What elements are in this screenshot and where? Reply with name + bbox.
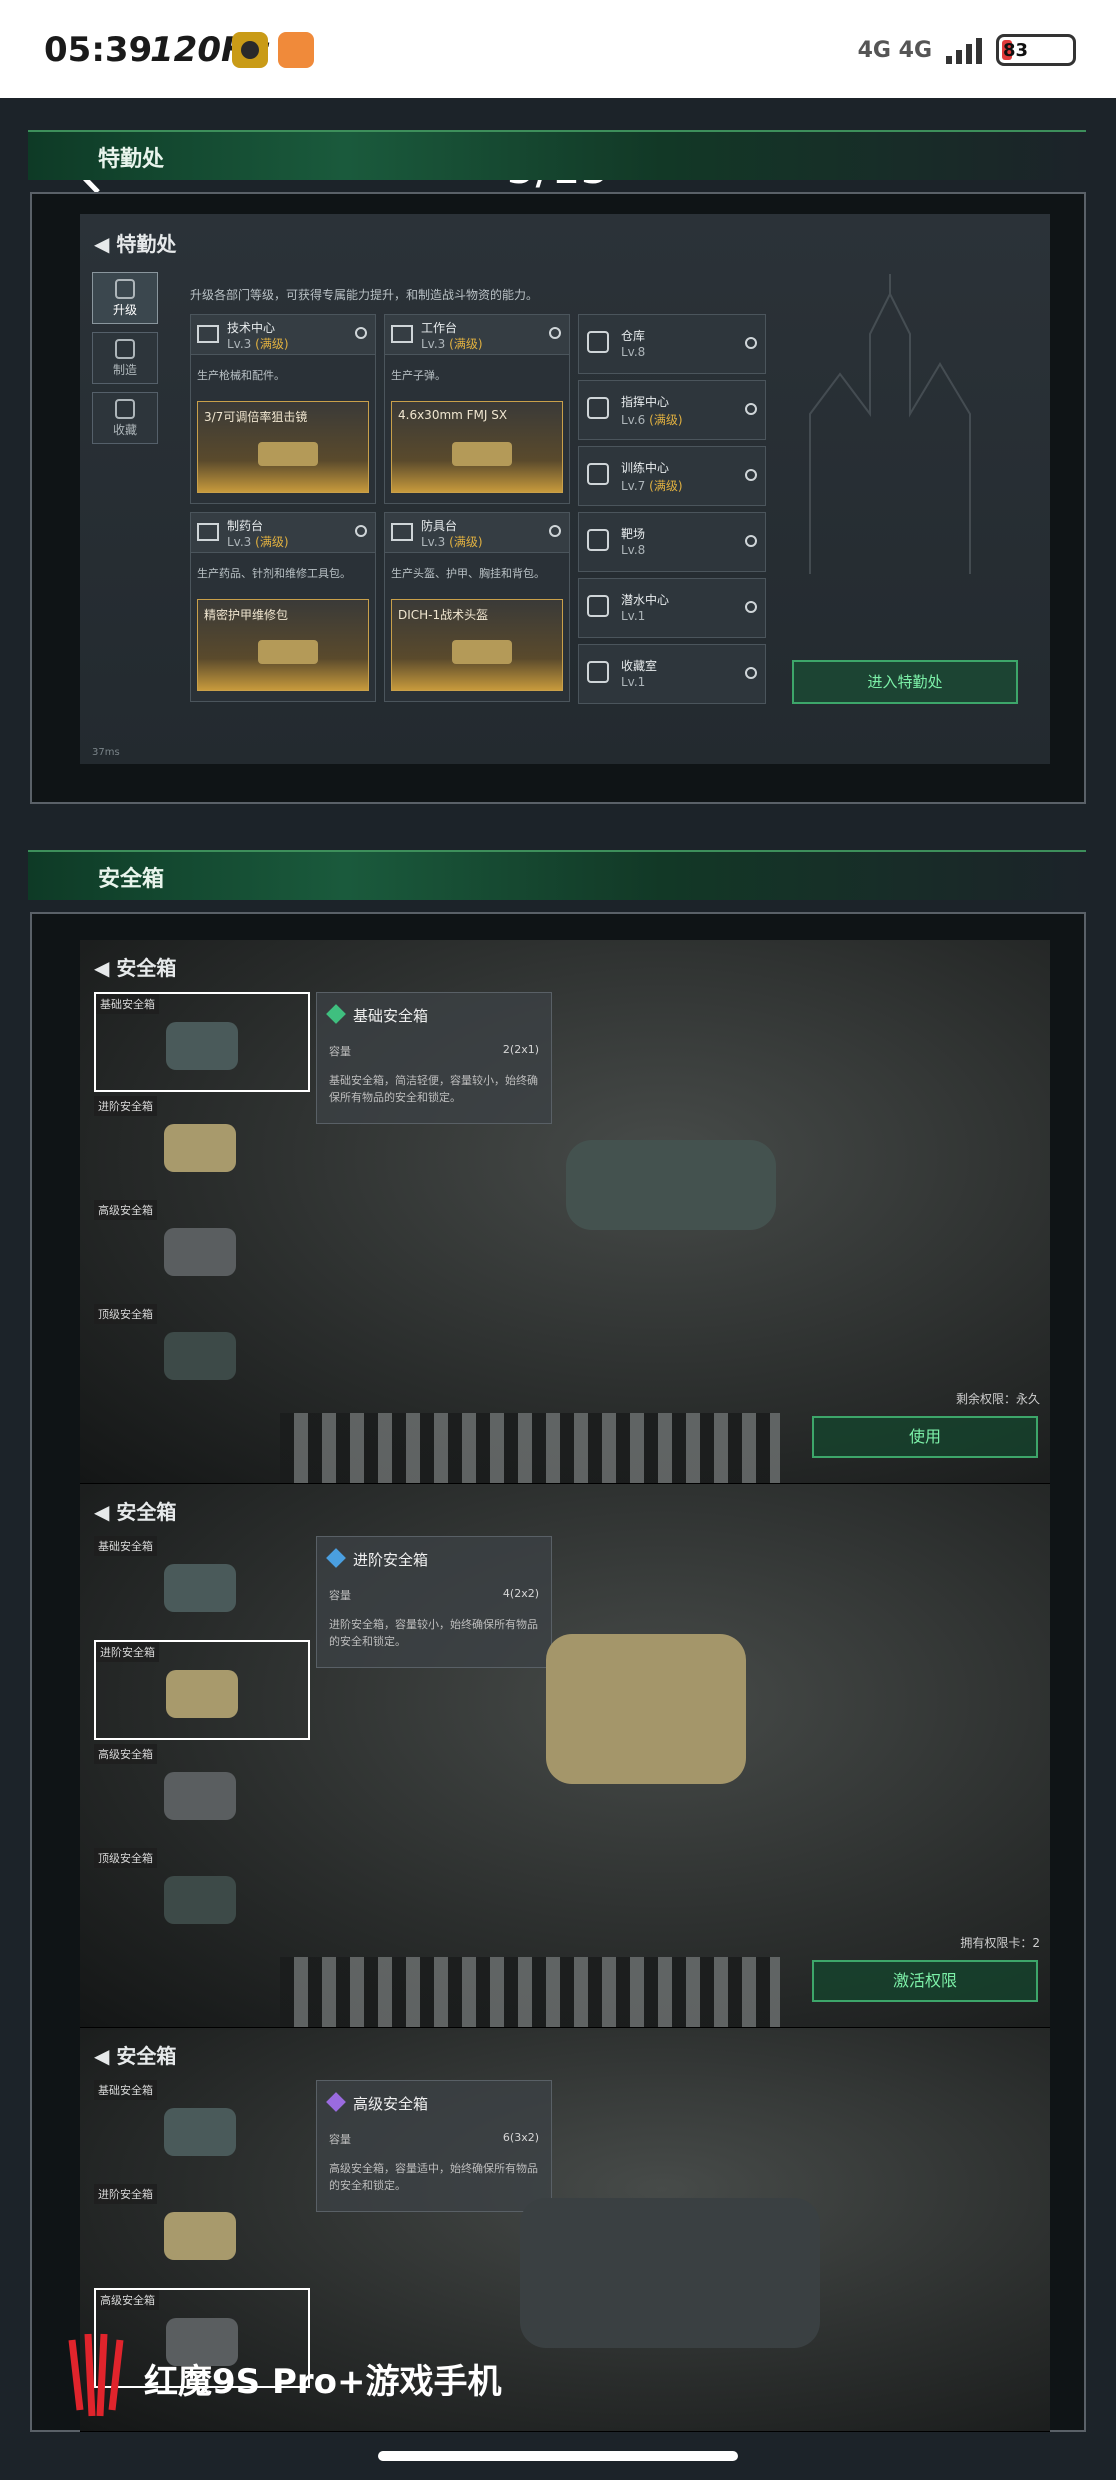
pharmacy-icon <box>197 523 219 541</box>
hammer-icon <box>391 325 413 343</box>
diamond-icon <box>326 2092 346 2112</box>
tab-craft[interactable]: 制造 <box>92 332 158 384</box>
product-slot[interactable]: DICH-1战术头盔 <box>391 599 563 691</box>
section-header-special-ops: 特勤处 <box>28 130 1086 180</box>
card-workbench[interactable]: 工作台 Lv.3 (满级) 生产子弹。 4.6x30mm FMJ SX <box>384 314 570 504</box>
facility-training-center[interactable]: 训练中心 Lv.7 (满级) <box>578 446 766 506</box>
diving-icon <box>587 595 609 617</box>
slot-advanced[interactable]: 进阶安全箱 <box>94 1640 310 1740</box>
safebox-model <box>520 2198 820 2348</box>
safebox-info-card: 进阶安全箱 容量 4(2x2) 进阶安全箱，容量较小，始终确保所有物品的安全和锁… <box>316 1536 552 1668</box>
home-indicator[interactable] <box>378 2451 738 2461</box>
network-label: 4G 4G <box>857 37 932 63</box>
safebox-model <box>546 1634 746 1784</box>
panel-title: ◀ 安全箱 <box>94 956 177 980</box>
ping-indicator: 37ms <box>92 747 120 758</box>
game-notification-icon <box>278 32 314 68</box>
warehouse-icon <box>587 331 609 353</box>
red-magic-logo-icon <box>68 2333 124 2417</box>
slot-basic[interactable]: 基础安全箱 <box>94 2080 310 2180</box>
facility-command-center[interactable]: 指挥中心 Lv.6 (满级) <box>578 380 766 440</box>
card-tech-center[interactable]: 技术中心 Lv.3 (满级) 生产枪械和配件。 3/7可调倍率狙击镜 <box>190 314 376 504</box>
signal-icon <box>946 36 982 64</box>
permission-label: 剩余权限：永久 <box>955 1392 1040 1406</box>
slot-top[interactable]: 顶级安全箱 <box>94 1304 310 1404</box>
search-icon[interactable] <box>745 337 757 349</box>
safebox-info-card: 基础安全箱 容量 2(2x1) 基础安全箱，简洁轻便，容量较小，始终确保所有物品… <box>316 992 552 1124</box>
slot-advanced[interactable]: 进阶安全箱 <box>94 1096 310 1196</box>
status-right: 4G 4G 83 <box>858 34 1076 66</box>
diamond-icon <box>326 1548 346 1568</box>
tab-upgrade[interactable]: 升级 <box>92 272 158 324</box>
product-slot[interactable]: 3/7可调倍率狙击镜 <box>197 401 369 493</box>
activate-permission-button[interactable]: 激活权限 <box>812 1960 1038 2002</box>
section-header-safebox: 安全箱 <box>28 850 1086 900</box>
gear-icon <box>115 339 135 359</box>
slot-basic[interactable]: 基础安全箱 <box>94 992 310 1092</box>
safebox-panel-basic: ◀ 安全箱 基础安全箱 进阶安全箱 高级安全箱 顶级安全箱 基础安全箱 容量 2… <box>80 940 1050 1484</box>
search-icon[interactable] <box>355 525 367 537</box>
watermark-text: 红魔9S Pro+游戏手机 <box>144 2362 502 2402</box>
search-icon[interactable] <box>549 525 561 537</box>
search-icon[interactable] <box>745 403 757 415</box>
upgrade-icon <box>115 279 135 299</box>
armor-icon <box>391 523 413 541</box>
search-icon[interactable] <box>745 535 757 547</box>
app-notification-icon <box>232 32 268 68</box>
battery-level: 83 <box>1003 40 1029 61</box>
target-icon <box>587 529 609 551</box>
floor-grate <box>280 1413 780 1483</box>
slot-high[interactable]: 高级安全箱 <box>94 1200 310 1300</box>
facility-diving-center[interactable]: 潜水中心 Lv.1 <box>578 578 766 638</box>
monitor-icon <box>197 325 219 343</box>
search-icon[interactable] <box>355 327 367 339</box>
section-title: 安全箱 <box>98 867 165 892</box>
search-icon[interactable] <box>549 327 561 339</box>
collection-room-icon <box>587 661 609 683</box>
screen-description: 升级各部门等级，可获得专属能力提升，和制造战斗物资的能力。 <box>190 288 539 302</box>
permission-label: 拥有权限卡：2 <box>960 1936 1040 1950</box>
card-pharmacy[interactable]: 制药台 Lv.3 (满级) 生产药品、针剂和维修工具包。 精密护甲维修包 <box>190 512 376 702</box>
search-icon[interactable] <box>745 469 757 481</box>
enter-special-ops-button[interactable]: 进入特勤处 <box>792 660 1018 704</box>
tab-collection[interactable]: 收藏 <box>92 392 158 444</box>
use-button[interactable]: 使用 <box>812 1416 1038 1458</box>
slot-top[interactable]: 顶级安全箱 <box>94 1848 310 1948</box>
slot-basic[interactable]: 基础安全箱 <box>94 1536 310 1636</box>
dumbbell-icon <box>587 463 609 485</box>
facility-shooting-range[interactable]: 靶场 Lv.8 <box>578 512 766 572</box>
panel-title: ◀ 安全箱 <box>94 2044 177 2068</box>
status-time: 05:39 <box>44 30 153 70</box>
collection-icon <box>115 399 135 419</box>
castle-background-icon <box>809 274 971 574</box>
safebox-model <box>566 1140 776 1230</box>
slot-advanced[interactable]: 进阶安全箱 <box>94 2184 310 2284</box>
battery-icon: 83 <box>996 34 1076 66</box>
facility-collection-room[interactable]: 收藏室 Lv.1 <box>578 644 766 704</box>
screen-title: ◀ 特勤处 <box>94 232 177 256</box>
safebox-panel-advanced: ◀ 安全箱 基础安全箱 进阶安全箱 高级安全箱 顶级安全箱 进阶安全箱 容量 4… <box>80 1484 1050 2028</box>
panel-title: ◀ 安全箱 <box>94 1500 177 1524</box>
diamond-icon <box>326 1004 346 1024</box>
section-title: 特勤处 <box>98 147 165 172</box>
safebox-info-card: 高级安全箱 容量 6(3x2) 高级安全箱，容量适中，始终确保所有物品的安全和锁… <box>316 2080 552 2212</box>
facility-warehouse[interactable]: 仓库 Lv.8 <box>578 314 766 374</box>
product-slot[interactable]: 4.6x30mm FMJ SX <box>391 401 563 493</box>
special-ops-screenshot: ◀ 特勤处 升级各部门等级，可获得专属能力提升，和制造战斗物资的能力。 升级 制… <box>80 214 1050 764</box>
floor-grate <box>280 1957 780 2027</box>
search-icon[interactable] <box>745 667 757 679</box>
product-slot[interactable]: 精密护甲维修包 <box>197 599 369 691</box>
card-armor-bench[interactable]: 防具台 Lv.3 (满级) 生产头盔、护甲、胸挂和背包。 DICH-1战术头盔 <box>384 512 570 702</box>
command-icon <box>587 397 609 419</box>
search-icon[interactable] <box>745 601 757 613</box>
slot-high[interactable]: 高级安全箱 <box>94 1744 310 1844</box>
status-bar: 05:39 120Hz 4G 4G 83 <box>0 0 1116 98</box>
device-watermark: 红魔9S Pro+游戏手机 <box>64 2330 584 2417</box>
